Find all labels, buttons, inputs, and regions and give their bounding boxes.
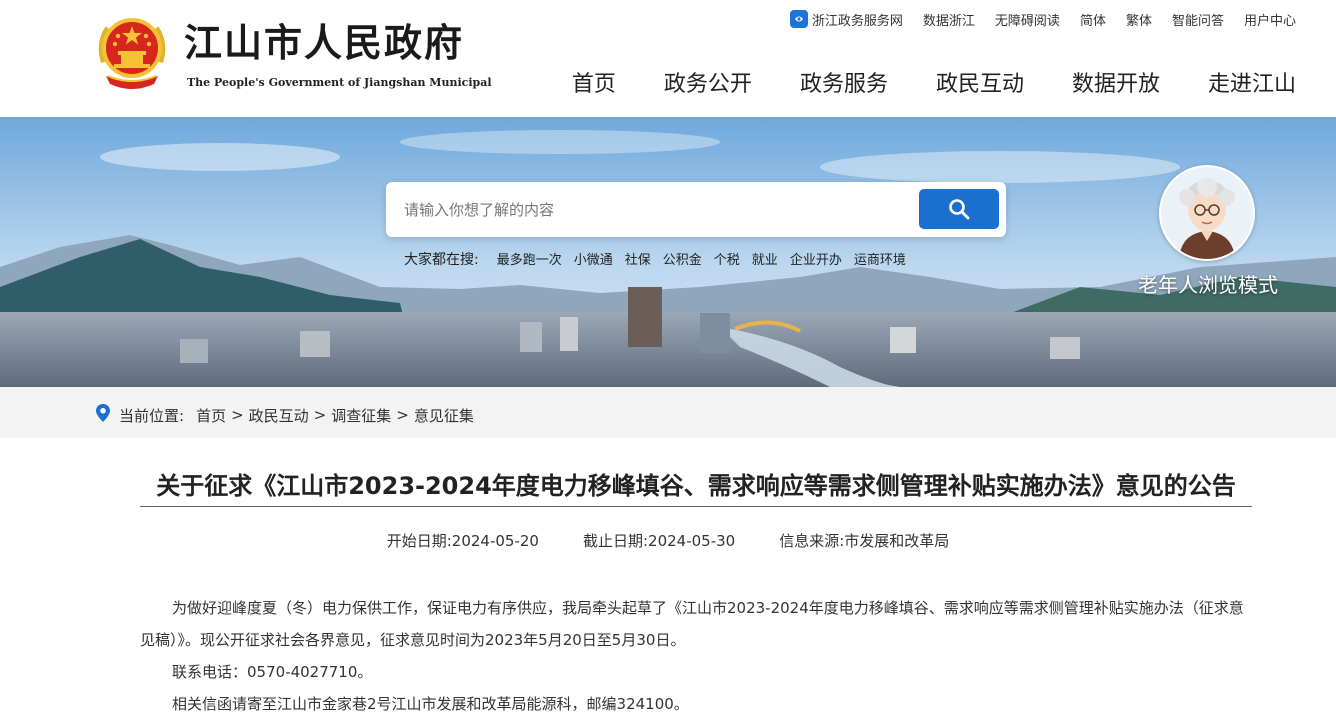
- nav-about-jiangshan[interactable]: 走进江山: [1208, 66, 1296, 98]
- hot-search-item[interactable]: 最多跑一次: [497, 249, 562, 269]
- nav-interaction[interactable]: 政民互动: [936, 66, 1024, 98]
- article-paragraph: 联系电话：0570-4027710。: [172, 663, 373, 681]
- hot-search-item[interactable]: 就业: [752, 249, 778, 269]
- zhejiang-gov-icon: [789, 10, 808, 28]
- hot-search-item[interactable]: 企业开办: [790, 249, 842, 269]
- breadcrumb-separator: >: [231, 406, 244, 424]
- hot-searches: 大家都在搜: 最多跑一次 小微通 社保 公积金 个税 就业 企业开办 运商环境: [404, 249, 906, 269]
- nav-gov-services[interactable]: 政务服务: [800, 66, 888, 98]
- breadcrumb-interaction[interactable]: 政民互动: [249, 405, 309, 426]
- nav-open-data[interactable]: 数据开放: [1072, 66, 1160, 98]
- toplink-zhejiang-gov[interactable]: 浙江政务服务网: [789, 10, 903, 29]
- end-date: 截止日期:2024-05-30: [582, 532, 736, 550]
- site-header: 江山市人民政府 The People's Government of Jiang…: [0, 0, 1336, 117]
- info-source: 信息来源:市发展和改革局: [779, 532, 950, 550]
- national-emblem-icon[interactable]: [96, 14, 168, 92]
- hot-search-item[interactable]: 个税: [714, 249, 740, 269]
- toplink-label: 浙江政务服务网: [811, 13, 903, 29]
- breadcrumb-separator: >: [313, 406, 327, 424]
- main-nav: 首页 政务公开 政务服务 政民互动 数据开放 走进江山: [572, 66, 1296, 98]
- toplink-smart-qa[interactable]: 智能问答: [1172, 10, 1224, 29]
- toplink-user-center[interactable]: 用户中心: [1244, 10, 1296, 29]
- search-box: [386, 182, 1006, 237]
- search-input[interactable]: [404, 194, 904, 226]
- nav-home[interactable]: 首页: [572, 66, 616, 98]
- hot-search-item[interactable]: 小微通: [574, 249, 613, 269]
- article-title: 关于征求《江山市2023-2024年度电力移峰填谷、需求响应等需求侧管理补贴实施…: [156, 472, 1236, 500]
- hot-search-item[interactable]: 运商环境: [854, 249, 906, 269]
- article-meta: 开始日期:2024-05-20 截止日期:2024-05-30 信息来源:市发展…: [0, 530, 1336, 551]
- hot-search-item[interactable]: 公积金: [663, 249, 702, 269]
- toplink-simplified[interactable]: 简体: [1080, 10, 1106, 29]
- toplink-traditional[interactable]: 繁体: [1126, 10, 1152, 29]
- breadcrumb-opinion[interactable]: 意见征集: [414, 405, 474, 426]
- nav-gov-affairs-open[interactable]: 政务公开: [664, 66, 752, 98]
- breadcrumb-survey[interactable]: 调查征集: [331, 405, 391, 426]
- article-body: 为做好迎峰度夏（冬）电力保供工作，保证电力有序供应，我局牵头起草了《江山市202…: [140, 592, 1252, 720]
- site-subtitle: The People's Government of Jiangshan Mun…: [187, 76, 492, 89]
- start-date: 开始日期:2024-05-20: [386, 532, 539, 550]
- toplink-accessibility[interactable]: 无障碍阅读: [995, 10, 1060, 29]
- title-divider: [140, 506, 1252, 507]
- article-paragraph: 为做好迎峰度夏（冬）电力保供工作，保证电力有序供应，我局牵头起草了《江山市202…: [140, 599, 1244, 649]
- search-button[interactable]: [919, 189, 999, 229]
- search-icon: [949, 199, 970, 220]
- breadcrumb-home[interactable]: 首页: [196, 405, 226, 426]
- location-pin-icon: [95, 403, 111, 427]
- article-paragraph: 相关信函请寄至江山市金家巷2号江山市发展和改革局能源科，邮编324100。: [172, 695, 689, 713]
- toplink-data-zhejiang[interactable]: 数据浙江: [923, 10, 975, 29]
- hero-banner: 大家都在搜: 最多跑一次 小微通 社保 公积金 个税 就业 企业开办 运商环境: [0, 117, 1336, 387]
- breadcrumb-separator: >: [396, 406, 409, 424]
- hot-search-label: 大家都在搜:: [404, 252, 479, 268]
- elder-avatar-icon: [1159, 165, 1255, 261]
- elder-mode-toggle[interactable]: 老年人浏览模式: [1128, 165, 1288, 305]
- elder-mode-label: 老年人浏览模式: [1138, 273, 1278, 297]
- hot-search-item[interactable]: 社保: [625, 249, 651, 269]
- breadcrumb: 当前位置: 首页 > 政民互动 > 调查征集 > 意见征集: [95, 403, 474, 427]
- breadcrumb-label: 当前位置:: [119, 406, 185, 425]
- site-title[interactable]: 江山市人民政府: [184, 20, 464, 66]
- breadcrumb-bar: 当前位置: 首页 > 政民互动 > 调查征集 > 意见征集: [0, 387, 1336, 438]
- top-links: 浙江政务服务网 数据浙江 无障碍阅读 简体 繁体 智能问答 用户中心: [789, 8, 1296, 30]
